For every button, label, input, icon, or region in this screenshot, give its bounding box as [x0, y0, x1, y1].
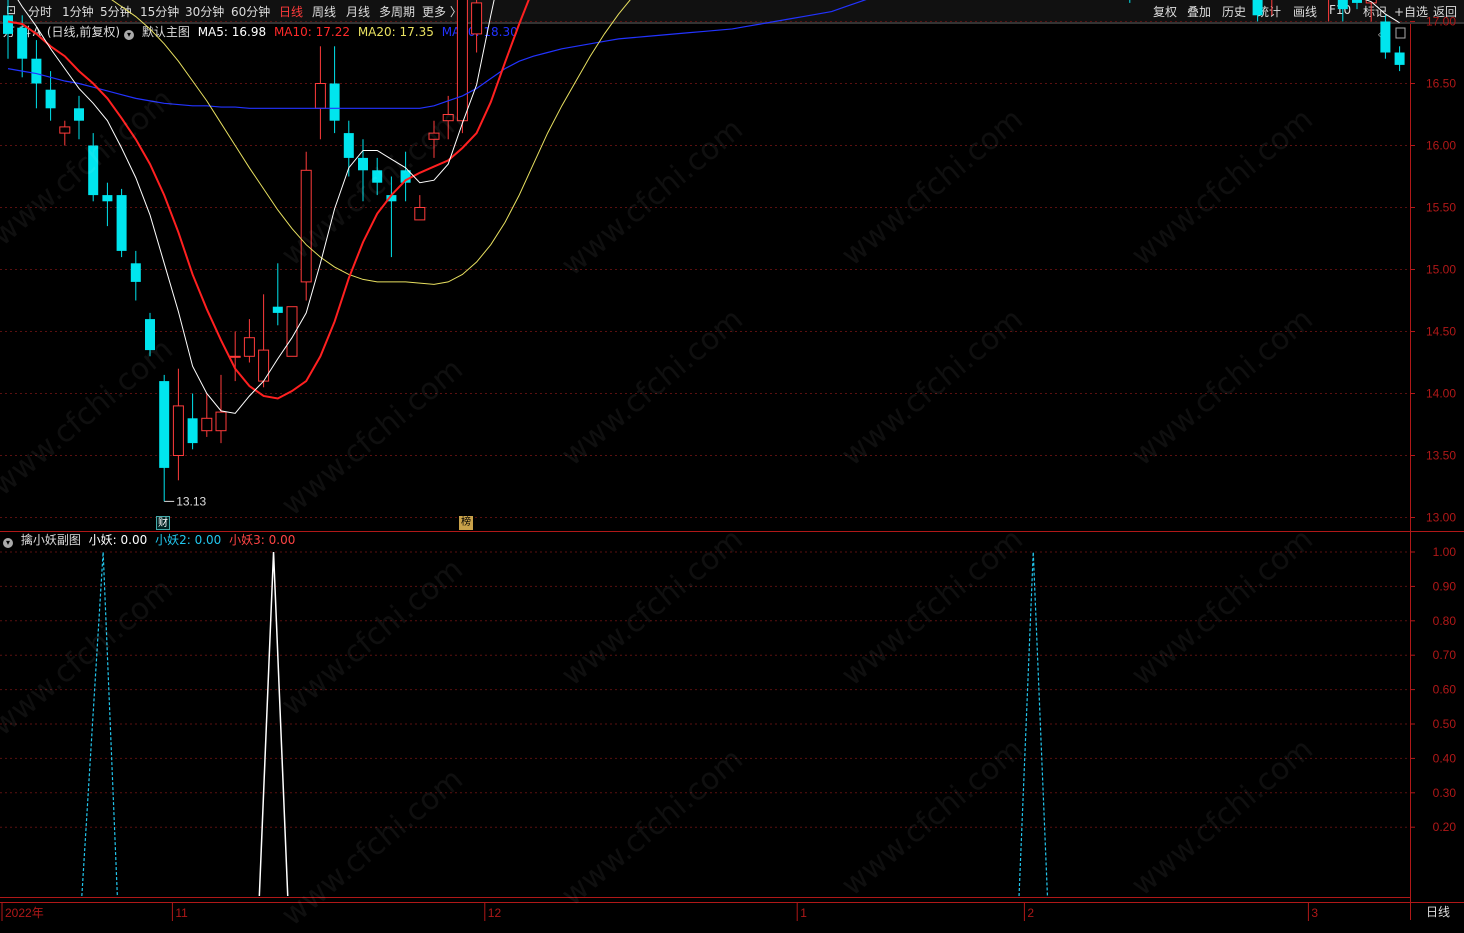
- indicator-tick-label: 0.30: [1433, 786, 1457, 800]
- candle-body-down: [329, 83, 340, 121]
- candle-body-up: [442, 114, 454, 122]
- price-tick-label: 16.50: [1426, 77, 1456, 91]
- candle-body-down: [358, 157, 368, 171]
- candle-body-up: [201, 417, 213, 432]
- candle-body-down: [116, 195, 127, 251]
- candle-body-down: [130, 263, 141, 282]
- indicator-tick-label: 1.00: [1433, 545, 1457, 559]
- indicator-tick-label: 0.70: [1433, 648, 1457, 662]
- panel-maximize-icon: [1395, 27, 1406, 39]
- candle-body-down: [372, 170, 383, 183]
- candle-body-up: [456, 0, 468, 122]
- candle-body-up: [172, 405, 184, 456]
- candle-body-down: [74, 108, 84, 121]
- candle-body-down: [45, 89, 56, 109]
- price-tick-label: 14.00: [1426, 387, 1456, 401]
- indicator-tick-label: 0.90: [1433, 579, 1457, 593]
- time-tick-label: 3: [1311, 906, 1318, 920]
- indicator-tick-label: 0.40: [1433, 751, 1457, 765]
- price-tick-label: 14.50: [1426, 325, 1456, 339]
- candle-body-up: [229, 355, 241, 358]
- time-tick-label: 2: [1027, 906, 1034, 920]
- candle-body-up: [215, 411, 227, 432]
- timeframe-button[interactable]: 日线: [1413, 903, 1463, 921]
- candle-body-up: [314, 83, 326, 109]
- candle-body-down: [343, 133, 354, 158]
- price-tick-label: 15.50: [1426, 201, 1456, 215]
- candle-body-up: [471, 2, 483, 35]
- financial-badge[interactable]: 财: [156, 516, 170, 530]
- candle-body-down: [1394, 52, 1405, 65]
- price-tick-label: 17.00: [1426, 15, 1456, 29]
- candle-body-down: [1380, 21, 1391, 53]
- price-tick-label: 15.00: [1426, 263, 1456, 277]
- candle-body-down: [3, 15, 13, 34]
- chart-canvas[interactable]: 13.00 13.50 14.00 14.50 15.00 15.50 16.00 16.50…: [0, 0, 1464, 922]
- candle-body-down: [145, 319, 155, 351]
- candle-body-down: [1252, 0, 1263, 16]
- time-tick-label: 11: [175, 906, 188, 920]
- candle-body-down: [102, 195, 113, 202]
- candle-body-up: [243, 337, 255, 357]
- indicator-tick-label: 0.60: [1433, 683, 1457, 697]
- candle-body-down: [31, 58, 42, 84]
- indicator-peak: [258, 551, 289, 897]
- candle-body-down: [88, 145, 99, 196]
- candle-body-up: [59, 126, 71, 134]
- ma60-line: [7, 0, 867, 109]
- time-tick-label: 12: [488, 906, 502, 920]
- time-tick-label: 2022年: [5, 906, 44, 920]
- candle-body-down: [159, 381, 170, 468]
- candle-body-down: [272, 306, 283, 313]
- candle-body-up: [428, 132, 440, 140]
- candle-body-down: [1337, 0, 1348, 10]
- ma5-line: [17, 0, 1400, 414]
- price-tick-label: 16.00: [1426, 139, 1456, 153]
- candle-body-down: [17, 27, 28, 59]
- indicator-peak: [81, 551, 118, 897]
- price-tick-label: 13.50: [1426, 449, 1456, 463]
- low-price-label: 13.13: [176, 494, 206, 508]
- ma10-line: [7, 0, 530, 400]
- indicator-tick-label: 0.80: [1433, 614, 1457, 628]
- indicator-tick-label: 0.50: [1433, 717, 1457, 731]
- time-tick-label: 1: [800, 906, 807, 920]
- indicator-peak: [1018, 551, 1049, 897]
- indicator-tick-label: 0.20: [1433, 820, 1457, 834]
- candle-body-down: [187, 418, 198, 444]
- candle-body-up: [300, 169, 312, 283]
- ma20-line: [111, 0, 631, 285]
- candle-body-up: [414, 207, 426, 221]
- price-tick-label: 13.00: [1426, 511, 1456, 525]
- ranking-badge[interactable]: 榜: [459, 516, 473, 530]
- candle-body-down: [1352, 0, 1362, 3]
